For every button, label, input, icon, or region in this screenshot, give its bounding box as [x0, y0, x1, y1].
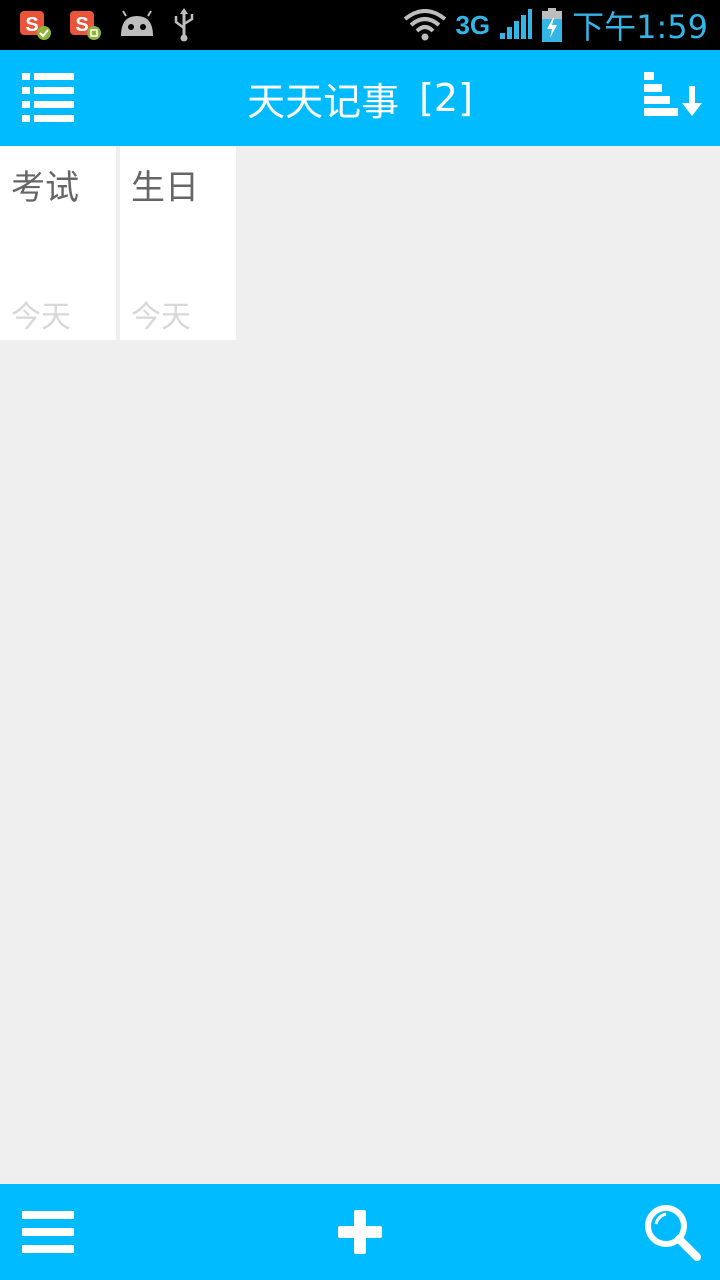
svg-text:S: S — [75, 14, 88, 36]
notes-grid: 考试 今天 生日 今天 — [0, 146, 236, 340]
status-bar: S S 3G 下午1:59 — [0, 0, 720, 50]
network-type: 3G — [455, 9, 491, 40]
note-date: 今天 — [131, 300, 191, 335]
bottom-toolbar — [0, 1184, 720, 1280]
page-title: 天天记事 [2] — [0, 50, 720, 146]
search-icon — [645, 1205, 701, 1261]
system-indicators: 3G 下午1:59 — [403, 0, 708, 50]
sogou-input-icon: S — [20, 11, 51, 40]
svg-text:S: S — [25, 14, 38, 36]
note-date: 今天 — [11, 300, 71, 335]
sort-descending-icon — [644, 72, 702, 116]
usb-icon — [174, 8, 194, 42]
note-title: 考试 — [11, 168, 79, 208]
note-count: [2] — [419, 76, 473, 120]
wifi-icon — [404, 9, 447, 41]
battery-charging-icon — [542, 8, 563, 42]
note-title: 生日 — [131, 168, 199, 208]
signal-icon — [500, 9, 533, 39]
note-card[interactable]: 生日 今天 — [120, 146, 236, 340]
note-card[interactable]: 考试 今天 — [0, 146, 116, 340]
sort-button[interactable] — [642, 70, 706, 126]
search-button[interactable] — [642, 1202, 702, 1262]
app-bar: 天天记事 [2] — [0, 50, 720, 146]
android-icon — [121, 10, 153, 36]
sogou-input-icon: S — [70, 11, 101, 40]
plus-icon — [338, 1210, 382, 1254]
title-text: 天天记事 — [247, 79, 400, 124]
notification-icons: S S — [18, 8, 196, 42]
clock: 下午1:59 — [572, 8, 708, 46]
hamburger-icon — [22, 1211, 74, 1253]
menu-button[interactable] — [20, 1208, 76, 1256]
add-note-button[interactable] — [334, 1206, 386, 1258]
